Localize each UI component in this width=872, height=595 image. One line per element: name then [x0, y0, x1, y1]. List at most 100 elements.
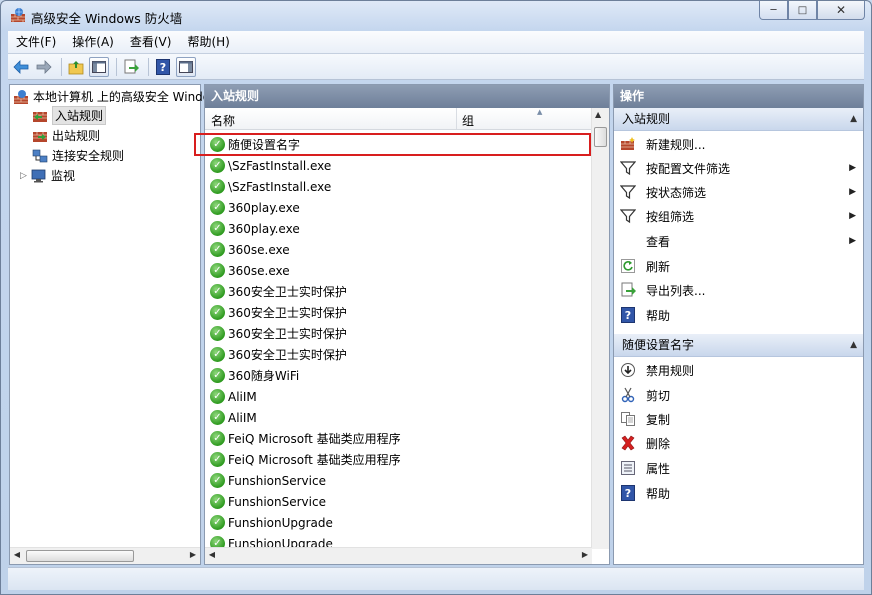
rule-name: FeiQ Microsoft 基础类应用程序 [228, 453, 401, 467]
tree-item-label: 连接安全规则 [52, 149, 125, 163]
rule-name: AliIM [228, 410, 257, 425]
rule-row[interactable]: ✓ FeiQ Microsoft 基础类应用程序 [210, 449, 401, 470]
action-new-rule[interactable]: 新建规则... [620, 132, 860, 156]
rule-row[interactable]: ✓ 360安全卫士实时保护 [210, 344, 347, 365]
rule-name: FunshionService [228, 473, 326, 488]
enabled-check-icon: ✓ [210, 305, 225, 320]
tree-item-inbound-rules[interactable]: 入站规则 [32, 106, 107, 125]
list-pane-title: 入站规则 [205, 85, 609, 108]
action-help-rule[interactable]: ? 帮助 [620, 481, 860, 505]
rule-row[interactable]: ✓ FunshionUpgrade [210, 512, 333, 533]
rule-row[interactable]: ✓ 360play.exe [210, 218, 300, 239]
action-copy[interactable]: 复制 [620, 407, 860, 431]
action-export-list[interactable]: 导出列表... [620, 278, 860, 302]
column-header-name[interactable]: 名称 [211, 112, 235, 129]
action-disable-rule[interactable]: 禁用规则 [620, 358, 860, 382]
help-button[interactable]: ? [153, 57, 173, 77]
scroll-left-icon[interactable]: ◀ [11, 550, 23, 559]
minimize-button[interactable]: ─ [759, 1, 788, 20]
action-filter-by-group[interactable]: 按组筛选 ▶ [620, 204, 860, 228]
show-hide-action-pane-button[interactable] [176, 56, 196, 77]
column-header-group[interactable]: 组 [462, 112, 474, 129]
enabled-check-icon: ✓ [210, 284, 225, 299]
disable-rule-icon [621, 363, 635, 377]
export-list-button[interactable] [121, 57, 141, 77]
rule-row[interactable]: ✓ 360安全卫士实时保护 [210, 281, 347, 302]
back-button[interactable] [11, 57, 31, 77]
rule-row[interactable]: ✓ AliIM [210, 386, 257, 407]
list-vertical-scrollbar[interactable]: ▲ [591, 108, 609, 549]
action-label: 剪切 [646, 388, 671, 403]
maximize-button[interactable]: □ [788, 1, 817, 20]
menu-file[interactable]: 文件(F) [8, 31, 64, 53]
scroll-left-icon[interactable]: ◀ [206, 550, 218, 559]
actions-section-inbound-rules[interactable]: 入站规则 ▲ [614, 108, 863, 131]
enabled-check-icon: ✓ [210, 431, 225, 446]
filter-icon [620, 185, 636, 200]
tree-item-connection-security-rules[interactable]: 连接安全规则 [32, 146, 124, 165]
rule-row[interactable]: ✓ 360play.exe [210, 197, 300, 218]
help-icon: ? [156, 58, 170, 75]
section-title: 随便设置名字 [622, 338, 695, 352]
tree-horizontal-scrollbar[interactable]: ◀ ▶ [10, 547, 200, 564]
rule-row[interactable]: ✓ 360se.exe [210, 260, 290, 281]
column-divider[interactable] [456, 108, 457, 129]
action-cut[interactable]: 剪切 [620, 383, 860, 407]
scroll-right-icon[interactable]: ▶ [579, 550, 591, 559]
scroll-right-icon[interactable]: ▶ [187, 550, 199, 559]
menu-help[interactable]: 帮助(H) [179, 31, 237, 53]
collapse-icon[interactable]: ▲ [850, 334, 857, 357]
rule-row[interactable]: ✓ 360安全卫士实时保护 [210, 302, 347, 323]
rule-row[interactable]: ✓ 360随身WiFi [210, 365, 299, 386]
scroll-up-icon[interactable]: ▲ [595, 110, 601, 119]
action-label: 属性 [646, 461, 671, 476]
toolbar-separator [148, 57, 149, 76]
menu-view[interactable]: 查看(V) [122, 31, 180, 53]
maximize-icon: □ [797, 4, 808, 16]
rule-row[interactable]: ✓ \SzFastInstall.exe [210, 176, 331, 197]
action-label: 帮助 [646, 308, 671, 323]
rule-row[interactable]: ✓ 360安全卫士实时保护 [210, 323, 347, 344]
rule-row[interactable]: ✓ AliIM [210, 407, 257, 428]
close-icon: ✕ [835, 3, 847, 17]
action-refresh[interactable]: 刷新 [620, 254, 860, 278]
rule-row[interactable]: ✓ FeiQ Microsoft 基础类应用程序 [210, 428, 401, 449]
enabled-check-icon: ✓ [210, 326, 225, 341]
up-folder-icon [68, 60, 84, 74]
collapse-icon[interactable]: ▲ [850, 108, 857, 131]
action-filter-by-profile[interactable]: 按配置文件筛选 ▶ [620, 156, 860, 180]
tree-item-outbound-rules[interactable]: 出站规则 [32, 126, 100, 145]
show-hide-tree-button[interactable] [89, 56, 109, 77]
close-button[interactable]: ✕ [817, 1, 865, 20]
list-horizontal-scrollbar[interactable]: ◀ ▶ [205, 547, 592, 564]
console-tree-icon [92, 60, 106, 73]
submenu-arrow-icon: ▶ [849, 211, 856, 221]
tree-item-monitoring[interactable]: ▷ 监视 [20, 166, 75, 185]
action-delete[interactable]: 删除 [620, 431, 860, 455]
enabled-check-icon: ✓ [210, 494, 225, 509]
scroll-thumb[interactable] [26, 550, 134, 562]
status-bar [8, 567, 864, 590]
forward-arrow-icon [36, 59, 52, 74]
rule-row[interactable]: ✓ \SzFastInstall.exe [210, 155, 331, 176]
rule-row[interactable]: ✓ 360se.exe [210, 239, 290, 260]
export-icon [621, 282, 636, 297]
actions-section-selected-rule[interactable]: 随便设置名字 ▲ [614, 334, 863, 357]
refresh-icon [621, 259, 635, 273]
action-filter-by-state[interactable]: 按状态筛选 ▶ [620, 180, 860, 204]
forward-button[interactable] [34, 57, 54, 77]
tree-root[interactable]: 本地计算机 上的高级安全 Windo [13, 87, 210, 106]
delete-x-icon [621, 435, 635, 451]
scroll-thumb[interactable] [594, 127, 607, 147]
rule-row[interactable]: ✓ FunshionService [210, 470, 326, 491]
menu-bar: 文件(F) 操作(A) 查看(V) 帮助(H) [8, 31, 864, 54]
up-folder-button[interactable] [66, 57, 86, 77]
action-help[interactable]: ? 帮助 [620, 303, 860, 327]
action-properties[interactable]: 属性 [620, 456, 860, 480]
title-bar[interactable]: 高级安全 Windows 防火墙 ─ □ ✕ [1, 1, 871, 29]
action-view[interactable]: 查看 ▶ [620, 229, 860, 253]
enabled-check-icon: ✓ [210, 221, 225, 236]
expand-arrow-icon[interactable]: ▷ [20, 171, 29, 181]
menu-action[interactable]: 操作(A) [64, 31, 122, 53]
rule-row[interactable]: ✓ FunshionService [210, 491, 326, 512]
